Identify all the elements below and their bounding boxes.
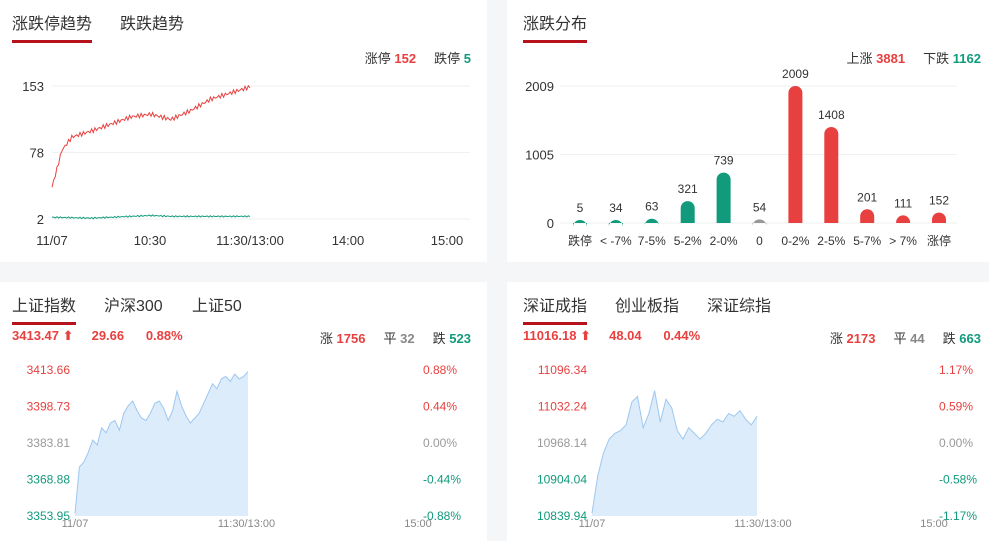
x-tick-label: 2-5%	[817, 234, 845, 248]
x-tick-label: 15:00	[431, 233, 464, 248]
sz-intraday-chart: 11096.34 1.17% 11032.24 0.59% 10968.14 0.00% 1…	[537, 363, 977, 530]
bar-value-label: 739	[714, 154, 734, 168]
x-tick-label: 11:30/13:00	[734, 518, 791, 530]
limit-trend-chart: 153 78 2 11/07 10:30 11:30/13:00 14:00 15:00	[22, 79, 470, 248]
y-left-tick-label: 3413.66	[27, 363, 71, 377]
distribution-chart: 2009 1005 0 5 跌停 34 < -7% 63 7-5% 321 5-2% 739 2-0% 5…	[525, 67, 957, 248]
bar-value-label: 111	[894, 196, 913, 210]
bar-value-label: 201	[857, 190, 877, 204]
distribution-bar	[752, 219, 767, 227]
limit-up-series-line	[51, 84, 251, 188]
bar-value-label: 5	[577, 201, 584, 215]
x-tick-label: 15:00	[404, 518, 432, 530]
y-right-tick-label: 0.44%	[423, 400, 457, 414]
sh-index-panel: 上证指数 沪深300 上证50 3413.47 ⬆ 29.66 0.88% 涨 …	[0, 282, 487, 541]
price-area	[592, 390, 757, 516]
distribution-bar	[788, 86, 803, 224]
x-tick-label: 0-2%	[781, 234, 809, 248]
distribution-bar	[932, 212, 946, 223]
x-tick-label: 涨停	[927, 233, 951, 248]
x-tick-label: 11/07	[62, 518, 89, 530]
distribution-bar	[716, 172, 731, 223]
price-area	[75, 371, 248, 516]
y-tick-label: 153	[22, 79, 44, 94]
y-right-tick-label: 0.88%	[423, 363, 457, 377]
y-left-tick-label: 11096.34	[538, 363, 587, 377]
x-tick-label: 15:00	[920, 518, 948, 530]
x-tick-label: 5-7%	[853, 234, 881, 248]
y-left-tick-label: 3368.88	[27, 473, 71, 487]
y-left-tick-label: 10968.14	[537, 436, 587, 450]
y-tick-label: 2	[37, 212, 44, 227]
x-tick-label: > 7%	[889, 234, 917, 248]
x-tick-label: 11:30/13:00	[216, 233, 284, 248]
bar-value-label: 1408	[818, 108, 845, 122]
distribution-bar	[896, 215, 911, 223]
distribution-bar	[644, 218, 659, 226]
x-tick-label: < -7%	[600, 234, 632, 248]
distribution-panel: 涨跌分布 上涨 3881 下跌 1162 2009 1005 0 5 跌停 34 < -7%…	[507, 0, 989, 262]
y-tick-label: 2009	[525, 79, 554, 94]
x-tick-label: 11/07	[36, 233, 68, 248]
y-right-tick-label: 0.59%	[939, 400, 973, 414]
x-tick-label: 0	[756, 234, 763, 248]
bar-value-label: 34	[609, 201, 623, 215]
y-tick-label: 1005	[525, 148, 554, 163]
y-tick-label: 78	[30, 146, 44, 161]
x-tick-label: 跌停	[568, 233, 592, 248]
x-tick-label: 7-5%	[638, 234, 666, 248]
y-right-tick-label: 0.00%	[939, 436, 973, 450]
y-left-tick-label: 3383.81	[27, 436, 71, 450]
bar-value-label: 54	[753, 200, 767, 214]
y-left-tick-label: 3398.73	[27, 400, 71, 414]
distribution-bar	[824, 126, 839, 223]
y-right-tick-label: 1.17%	[939, 363, 973, 377]
x-tick-label: 5-2%	[674, 234, 702, 248]
y-right-tick-label: -0.44%	[423, 473, 461, 487]
bar-value-label: 2009	[782, 67, 809, 81]
bar-value-label: 152	[929, 194, 949, 208]
y-right-tick-label: 0.00%	[423, 436, 457, 450]
y-tick-label: 0	[547, 216, 554, 231]
y-right-tick-label: -0.58%	[939, 473, 977, 487]
x-tick-label: 11:30/13:00	[218, 518, 275, 530]
x-tick-label: 11/07	[579, 518, 606, 530]
limit-down-series-line	[51, 214, 251, 220]
sz-index-panel: 深证成指 创业板指 深证综指 11016.18 ⬆ 48.04 0.44% 涨 …	[507, 282, 989, 541]
sh-intraday-chart: 3413.66 0.88% 3398.73 0.44% 3383.81 0.00% 3368…	[27, 363, 462, 530]
y-left-tick-label: 10904.04	[537, 473, 587, 487]
distribution-bar	[860, 209, 875, 223]
x-tick-label: 14:00	[332, 233, 365, 248]
distribution-bar	[680, 201, 695, 223]
x-tick-label: 2-0%	[710, 234, 738, 248]
limit-trend-panel: 涨跌停趋势 跌跌趋势 涨停 152 跌停 5 153 78 2 11/07 10:30 1…	[0, 0, 487, 262]
bar-value-label: 321	[678, 182, 698, 196]
y-left-tick-label: 11032.24	[538, 400, 587, 414]
x-tick-label: 10:30	[134, 233, 167, 248]
bar-value-label: 63	[645, 200, 659, 214]
